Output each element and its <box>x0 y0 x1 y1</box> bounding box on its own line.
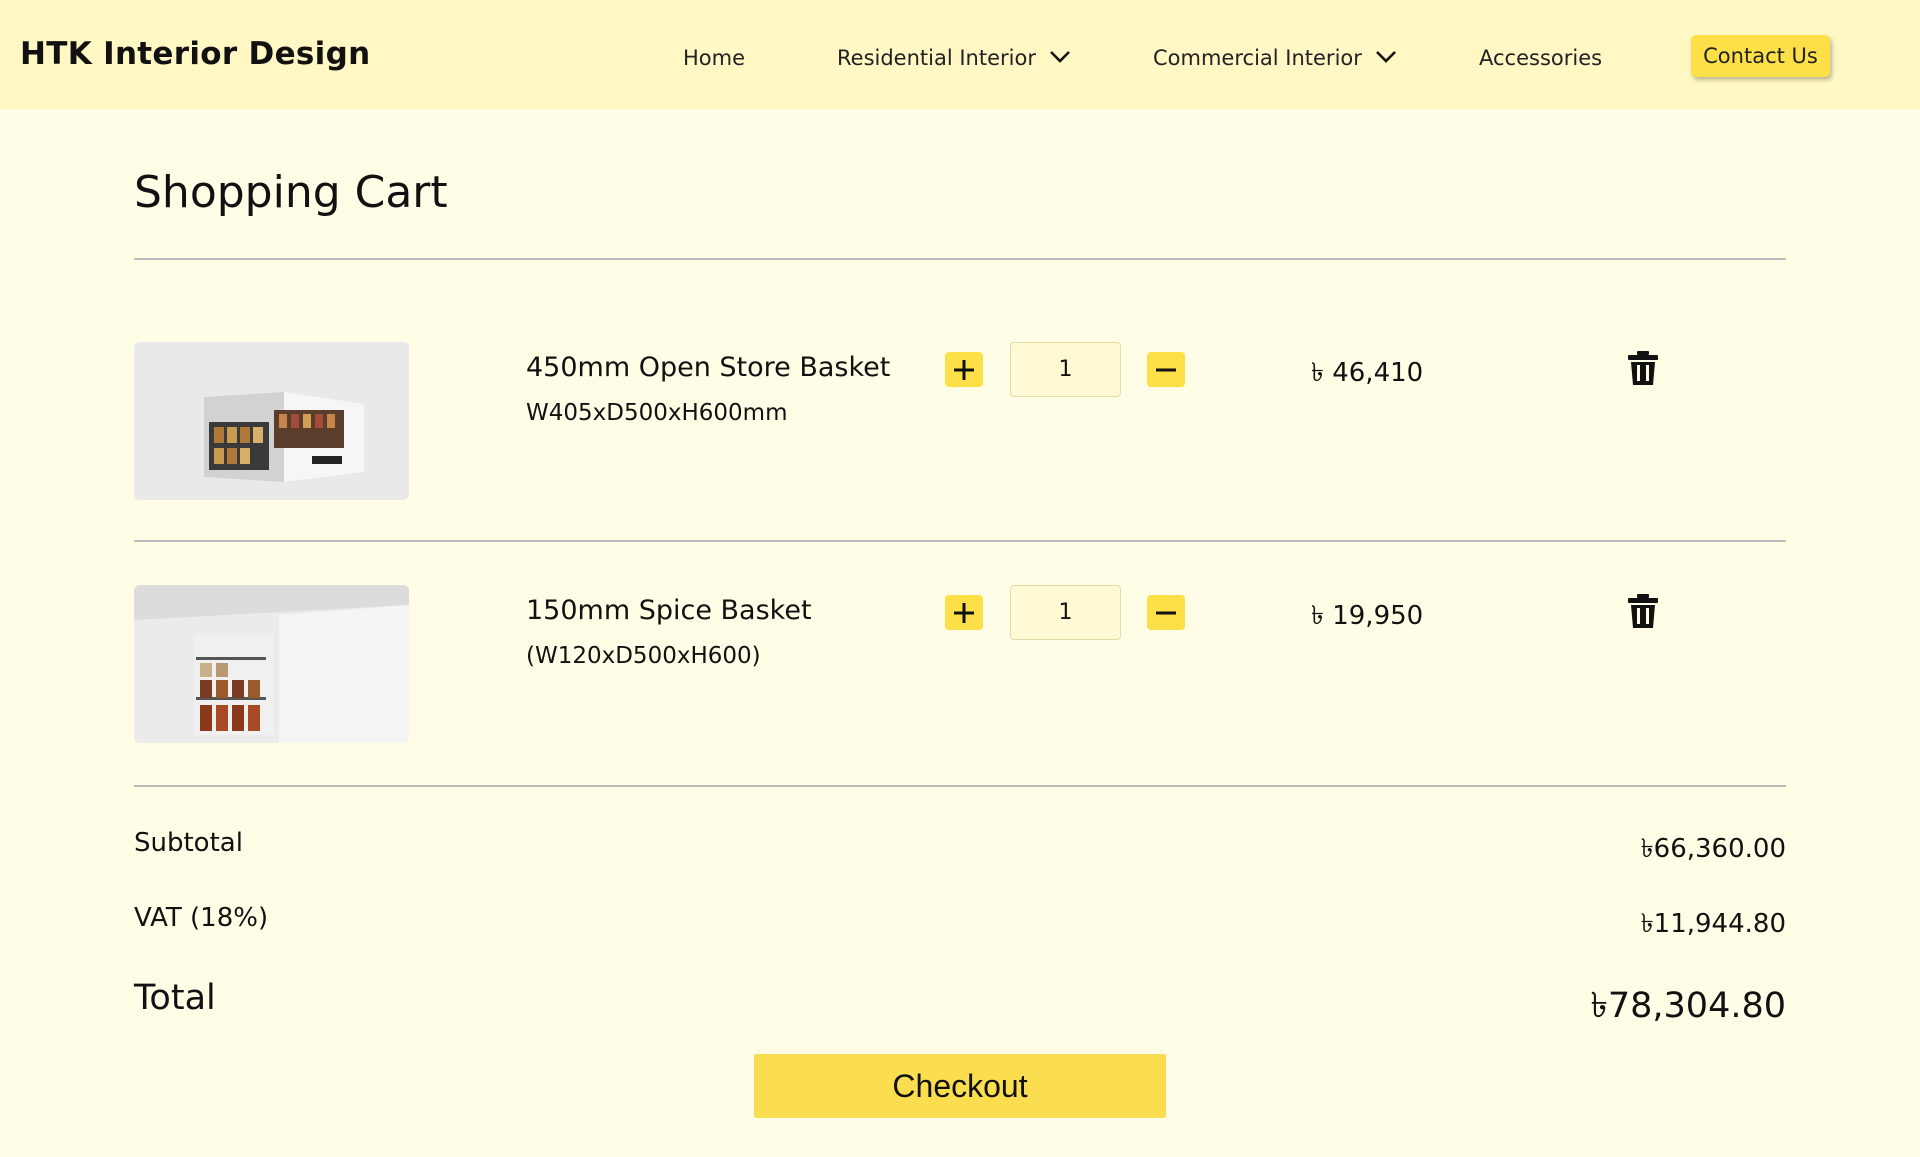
trash-icon <box>1628 594 1658 628</box>
top-navbar: HTK Interior Design Home Residential Int… <box>0 0 1920 109</box>
remove-item-button[interactable] <box>1627 350 1659 386</box>
product-dimensions: (W120xD500xH600) <box>526 643 761 669</box>
product-dimensions: W405xD500xH600mm <box>526 400 788 426</box>
divider <box>134 540 1786 542</box>
nav-commercial-interior[interactable]: Commercial Interior <box>1153 46 1397 70</box>
brand-logo[interactable]: HTK Interior Design <box>20 36 370 72</box>
divider <box>134 785 1786 787</box>
minus-icon <box>1156 368 1176 371</box>
total-label: Total <box>134 978 216 1018</box>
page-title: Shopping Cart <box>134 167 448 218</box>
chevron-down-icon <box>1049 51 1070 63</box>
product-image <box>134 342 409 500</box>
product-name[interactable]: 150mm Spice Basket <box>526 595 812 626</box>
nav-accessories[interactable]: Accessories <box>1479 46 1602 70</box>
decrease-quantity-button[interactable] <box>1147 352 1185 387</box>
nav-commercial-label: Commercial Interior <box>1153 46 1362 70</box>
product-name[interactable]: 450mm Open Store Basket <box>526 352 890 383</box>
total-value: ৳78,304.80 <box>1590 986 1786 1026</box>
nav-residential-interior[interactable]: Residential Interior <box>837 46 1071 70</box>
plus-icon <box>954 359 974 380</box>
remove-item-button[interactable] <box>1627 593 1659 629</box>
subtotal-label: Subtotal <box>134 828 243 858</box>
divider <box>134 258 1786 260</box>
cart-item: 450mm Open Store Basket W405xD500xH600mm… <box>0 342 1920 512</box>
item-price: ৳ 46,410 <box>1311 358 1424 388</box>
vat-label: VAT (18%) <box>134 903 269 933</box>
nav-residential-label: Residential Interior <box>837 46 1036 70</box>
product-image <box>134 585 409 743</box>
subtotal-value: ৳66,360.00 <box>1640 834 1786 864</box>
item-price: ৳ 19,950 <box>1311 601 1424 631</box>
quantity-input[interactable] <box>1010 585 1121 640</box>
nav-home[interactable]: Home <box>683 46 745 70</box>
increase-quantity-button[interactable] <box>945 352 983 387</box>
trash-icon <box>1628 351 1658 385</box>
contact-us-button[interactable]: Contact Us <box>1691 35 1830 77</box>
cart-item: 150mm Spice Basket (W120xD500xH600) ৳ 19… <box>0 585 1920 755</box>
decrease-quantity-button[interactable] <box>1147 595 1185 630</box>
nav-home-label: Home <box>683 46 746 70</box>
increase-quantity-button[interactable] <box>945 595 983 630</box>
checkout-button[interactable]: Checkout <box>754 1054 1166 1118</box>
plus-icon <box>954 602 974 623</box>
nav-accessories-label: Accessories <box>1479 46 1603 70</box>
chevron-down-icon <box>1375 51 1396 63</box>
vat-value: ৳11,944.80 <box>1640 909 1786 939</box>
minus-icon <box>1156 611 1176 614</box>
quantity-input[interactable] <box>1010 342 1121 397</box>
